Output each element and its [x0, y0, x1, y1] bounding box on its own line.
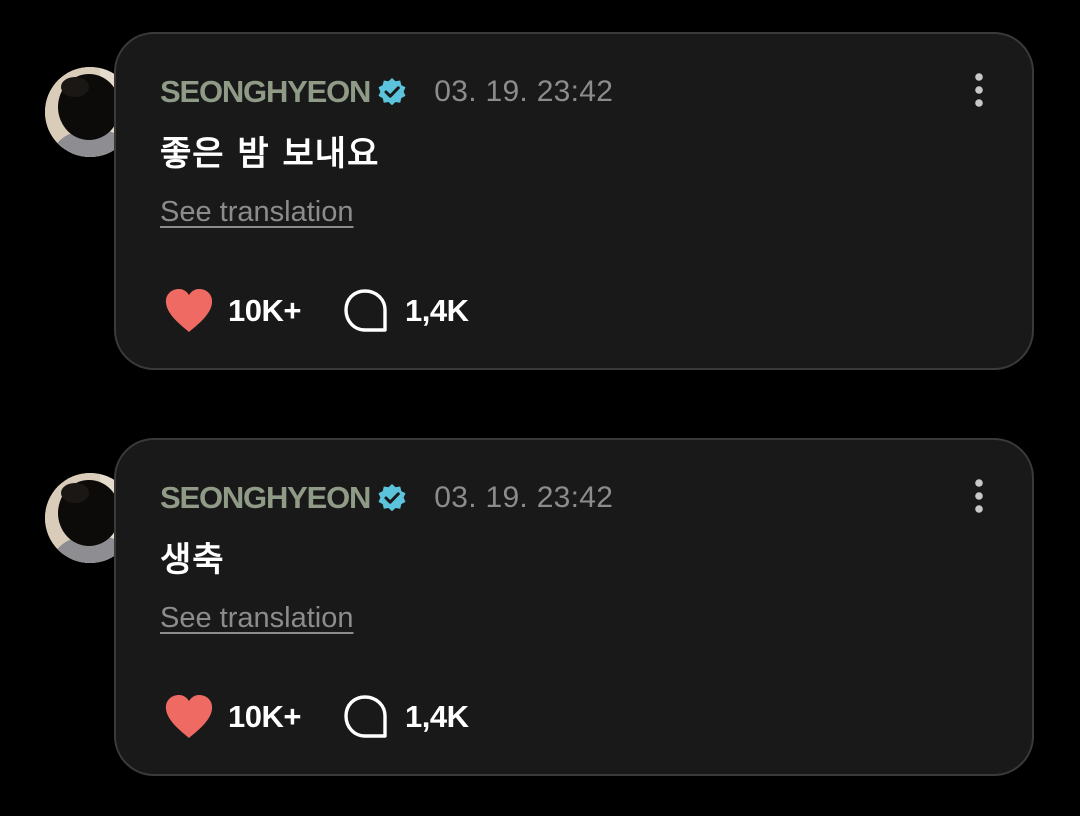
heart-icon: [164, 694, 214, 740]
like-count: 10K+: [228, 699, 301, 734]
more-vertical-icon[interactable]: [972, 72, 986, 108]
post-text: 생축: [160, 540, 225, 580]
comment-button[interactable]: 1,4K: [343, 288, 469, 334]
comment-bubble-icon: [343, 694, 389, 740]
comment-button[interactable]: 1,4K: [343, 694, 469, 740]
username[interactable]: SEONGHYEON: [160, 480, 371, 516]
post-actions: 10K+ 1,4K: [164, 692, 469, 742]
heart-icon: [164, 288, 214, 334]
verified-badge-icon: [376, 76, 408, 108]
post-timestamp: 03. 19. 23:42: [434, 481, 614, 514]
see-translation-link[interactable]: See translation: [160, 196, 353, 229]
post-item: SEONGHYEON 03. 19. 23:42 생축 See translat…: [0, 438, 1080, 776]
comment-count: 1,4K: [404, 699, 469, 734]
like-button[interactable]: 10K+: [164, 288, 301, 334]
username[interactable]: SEONGHYEON: [160, 74, 371, 110]
post-text: 좋은 밤 보내요: [160, 134, 380, 174]
post-timestamp: 03. 19. 23:42: [434, 75, 614, 108]
post-card: SEONGHYEON 03. 19. 23:42 좋은 밤 보내요 See tr…: [114, 32, 1034, 370]
verified-badge-icon: [376, 482, 408, 514]
like-count: 10K+: [228, 293, 301, 328]
more-vertical-icon[interactable]: [972, 478, 986, 514]
post-feed: SEONGHYEON 03. 19. 23:42 좋은 밤 보내요 See tr…: [0, 0, 1080, 816]
post-header: SEONGHYEON 03. 19. 23:42: [160, 476, 613, 520]
comment-bubble-icon: [343, 288, 389, 334]
post-header: SEONGHYEON 03. 19. 23:42: [160, 70, 613, 114]
like-button[interactable]: 10K+: [164, 694, 301, 740]
post-card: SEONGHYEON 03. 19. 23:42 생축 See translat…: [114, 438, 1034, 776]
post-item: SEONGHYEON 03. 19. 23:42 좋은 밤 보내요 See tr…: [0, 32, 1080, 370]
post-actions: 10K+ 1,4K: [164, 286, 469, 336]
comment-count: 1,4K: [404, 293, 469, 328]
see-translation-link[interactable]: See translation: [160, 602, 353, 635]
